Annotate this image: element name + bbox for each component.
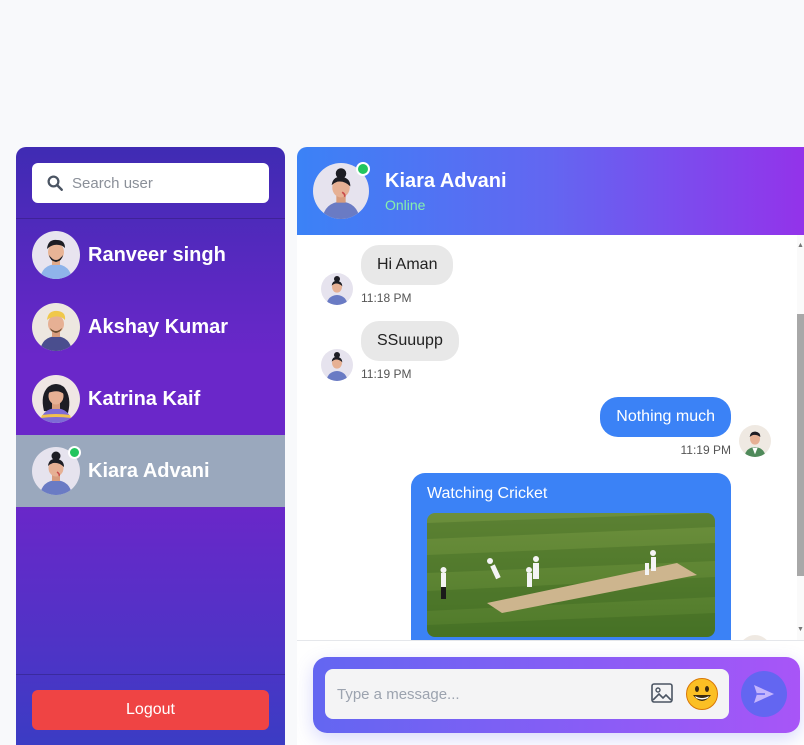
message-composer (313, 657, 800, 733)
avatar (32, 231, 80, 279)
image-caption: Watching Cricket (427, 485, 548, 502)
user-name: Akshay Kumar (88, 315, 229, 338)
avatar-image (32, 231, 80, 279)
composer-area (297, 640, 804, 745)
scroll-up-icon[interactable]: ▲ (797, 242, 804, 250)
search-box[interactable] (32, 163, 269, 203)
avatar-image (32, 303, 80, 351)
message-time: 11:19 PM (680, 443, 731, 457)
message-incoming: Hi Aman 11:18 PM (361, 245, 454, 305)
user-item-akshay-kumar[interactable]: Akshay Kumar (16, 291, 285, 363)
avatar-image (321, 349, 353, 381)
message-bubble: Hi Aman (361, 245, 454, 285)
chat-contact-name: Kiara Advani (385, 169, 507, 192)
avatar (32, 303, 80, 351)
user-item-katrina-kaif[interactable]: Katrina Kaif (16, 363, 285, 435)
cricket-match-image[interactable] (427, 513, 715, 637)
send-icon (754, 685, 774, 703)
chat-header-info: Kiara Advani Online (385, 170, 507, 213)
composer-input-wrap (325, 669, 729, 719)
image-icon[interactable] (651, 683, 673, 703)
send-button[interactable] (741, 671, 787, 717)
emoji-icon[interactable] (685, 677, 719, 711)
logout-button[interactable]: Logout (32, 690, 269, 730)
logout-section: Logout (16, 674, 285, 745)
chat-panel: Kiara Advani Online Hi Aman 11:18 PM SSu… (297, 147, 804, 745)
chat-header: Kiara Advani Online (297, 147, 804, 235)
message-time: 11:18 PM (361, 291, 412, 305)
user-item-ranveer-singh[interactable]: Ranveer singh (16, 219, 285, 291)
message-outgoing-image: Watching Cricket (411, 473, 731, 640)
avatar (32, 375, 80, 423)
search-icon (47, 175, 63, 191)
message-input[interactable] (337, 669, 637, 719)
message-time: 11:19 PM (361, 367, 412, 381)
message-list[interactable]: Hi Aman 11:18 PM SSuuupp 11:19 PM Nothin… (297, 235, 797, 640)
user-list: Ranveer singh Akshay Kumar Katrina Kaif … (16, 219, 285, 507)
search-input[interactable] (72, 174, 252, 192)
user-name: Kiara Advani (88, 459, 210, 482)
online-indicator (68, 446, 81, 459)
chat-contact-status: Online (385, 196, 426, 213)
chat-header-avatar[interactable] (313, 162, 370, 219)
message-avatar (321, 349, 353, 381)
message-outgoing: Nothing much 11:19 PM (600, 397, 731, 457)
message-incoming: SSuuupp 11:19 PM (361, 321, 459, 381)
search-section (16, 147, 285, 219)
message-avatar (321, 273, 353, 305)
message-bubble: Nothing much (600, 397, 731, 437)
sidebar: Ranveer singh Akshay Kumar (16, 147, 285, 745)
online-indicator (356, 162, 370, 176)
message-avatar (739, 425, 771, 457)
avatar-image (32, 375, 80, 423)
scrollbar-thumb[interactable] (797, 314, 804, 576)
user-name: Ranveer singh (88, 243, 226, 266)
avatar (32, 446, 81, 495)
cricket-match-photo (427, 513, 715, 637)
avatar-image (321, 273, 353, 305)
avatar-image (739, 425, 771, 457)
user-name: Katrina Kaif (88, 387, 201, 410)
scroll-down-icon[interactable]: ▼ (797, 626, 804, 634)
message-bubble: SSuuupp (361, 321, 459, 361)
user-item-kiara-advani[interactable]: Kiara Advani (16, 435, 285, 507)
